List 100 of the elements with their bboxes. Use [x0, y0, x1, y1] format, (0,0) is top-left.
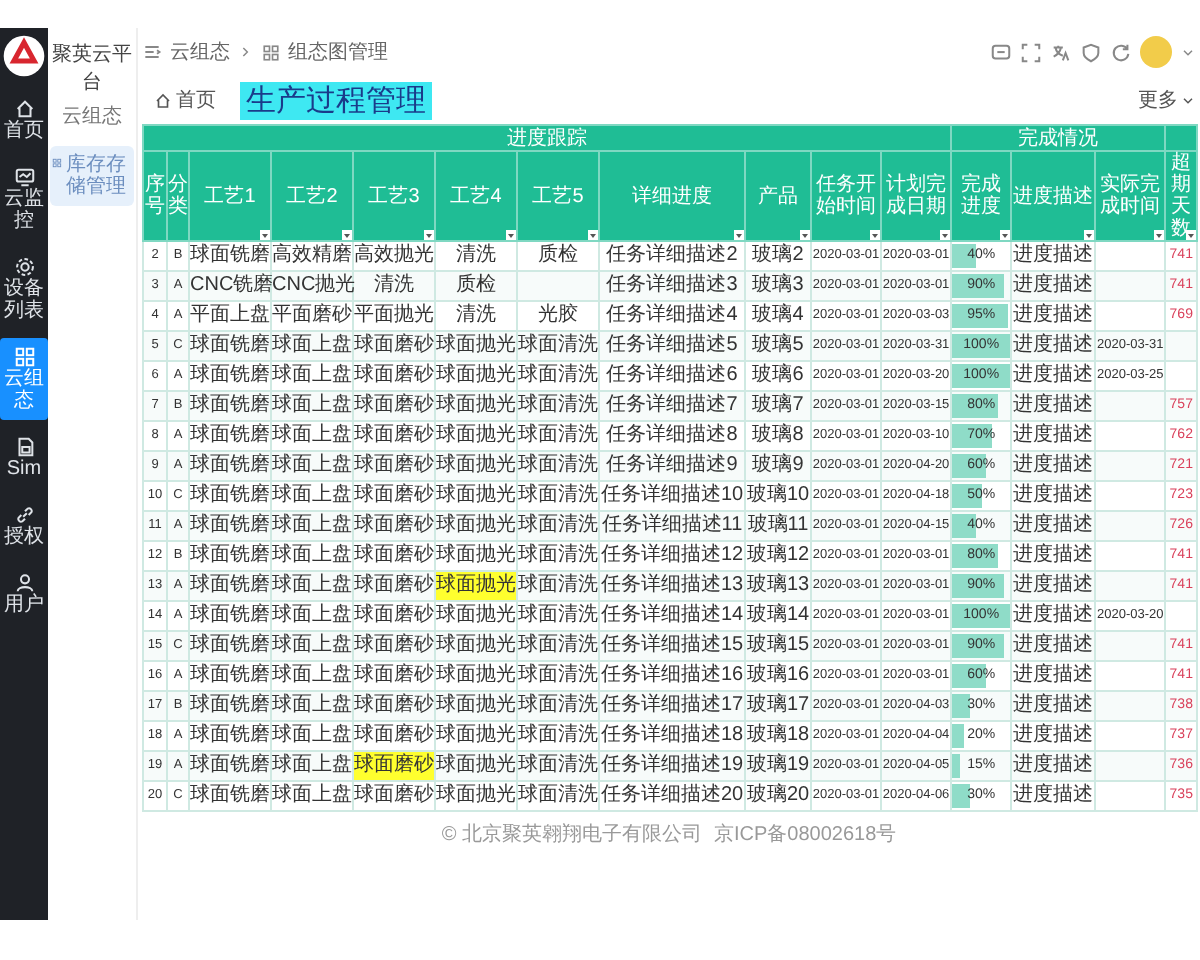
- table-cell: 球面清洗: [517, 691, 599, 721]
- table-cell: 球面抛光: [435, 631, 517, 661]
- table-cell: 球面铣磨: [189, 631, 271, 661]
- fullscreen-icon[interactable]: [1020, 41, 1042, 63]
- sidebar-item[interactable]: 云组态: [0, 338, 48, 420]
- filter-icon[interactable]: [1084, 230, 1095, 240]
- menu-item[interactable]: 库存存储管理: [50, 146, 134, 206]
- filter-icon[interactable]: [506, 230, 516, 240]
- sidebar-item[interactable]: 首页: [0, 90, 48, 150]
- table-cell: 球面清洗: [517, 451, 599, 481]
- table-cell: 进度描述: [1011, 781, 1096, 811]
- home-icon: [13, 98, 35, 120]
- column-header[interactable]: 详细进度: [599, 151, 745, 241]
- message-icon[interactable]: [990, 41, 1012, 63]
- table-cell: 球面上盘: [271, 751, 353, 781]
- refresh-icon[interactable]: [1110, 41, 1132, 63]
- monitor-icon: [13, 166, 35, 188]
- gear-icon: [13, 256, 35, 278]
- shield-icon[interactable]: [1080, 41, 1102, 63]
- grid-icon: [262, 43, 280, 61]
- group-header: 进度跟踪: [143, 125, 952, 151]
- table-cell: 玻璃7: [745, 391, 811, 421]
- table-cell: 球面铣磨: [189, 751, 271, 781]
- column-header[interactable]: 工艺5: [517, 151, 599, 241]
- table-cell: 玻璃17: [745, 691, 811, 721]
- filter-icon[interactable]: [734, 230, 744, 240]
- column-header[interactable]: 工艺2: [271, 151, 353, 241]
- table-cell: 任务详细描述20: [599, 781, 745, 811]
- column-header[interactable]: 计划完成日期: [881, 151, 952, 241]
- filter-icon[interactable]: [342, 230, 352, 240]
- grid-icon: [13, 346, 35, 368]
- sidebar-item[interactable]: Sim: [0, 428, 48, 488]
- sidebar-item[interactable]: 云监控: [0, 158, 48, 240]
- column-header[interactable]: 实际完成时间: [1095, 151, 1166, 241]
- icp-text[interactable]: 京ICP备08002618号: [713, 820, 897, 848]
- group-header: 完成情况: [951, 125, 1166, 151]
- table-cell: 球面抛光: [435, 511, 517, 541]
- filter-icon[interactable]: [588, 230, 598, 240]
- filter-icon[interactable]: [260, 230, 270, 240]
- table-cell: 球面磨砂: [353, 331, 435, 361]
- filter-icon[interactable]: [1000, 230, 1011, 240]
- more-menu[interactable]: 更多: [1138, 86, 1196, 114]
- table-cell: 玻璃5: [745, 331, 811, 361]
- column-header[interactable]: 产品: [745, 151, 811, 241]
- table-cell: 任务详细描述7: [599, 391, 745, 421]
- table-cell: 球面磨砂: [353, 781, 435, 811]
- table-cell: 球面上盘: [271, 571, 353, 601]
- column-header[interactable]: 进度描述: [1011, 151, 1096, 241]
- column-header[interactable]: 任务开始时间: [811, 151, 881, 241]
- platform-subtitle: 云组态: [62, 103, 122, 130]
- table-cell: 球面磨砂: [353, 691, 435, 721]
- translate-icon[interactable]: [1050, 41, 1072, 63]
- sim-card-icon: [13, 436, 35, 458]
- table-cell: 球面上盘: [271, 691, 353, 721]
- table-cell: 球面上盘: [271, 631, 353, 661]
- filter-icon[interactable]: [1154, 230, 1165, 240]
- table-cell: 进度描述: [1011, 571, 1096, 601]
- sidebar-item[interactable]: 用户: [0, 564, 48, 624]
- table-cell: 球面清洗: [517, 631, 599, 661]
- filter-icon[interactable]: [424, 230, 434, 240]
- column-header[interactable]: 工艺1: [189, 151, 271, 241]
- table-cell: 球面清洗: [517, 751, 599, 781]
- table-cell: CNC铣磨: [189, 271, 271, 301]
- column-header[interactable]: 完成进度: [951, 151, 1012, 241]
- column-header[interactable]: 工艺3: [353, 151, 435, 241]
- table-cell: 质检: [435, 271, 517, 301]
- table-cell: 玻璃19: [745, 751, 811, 781]
- table-cell: 任务详细描述17: [599, 691, 745, 721]
- filter-icon[interactable]: [940, 230, 951, 240]
- table-cell: 球面抛光: [435, 781, 517, 811]
- filter-icon[interactable]: [1186, 230, 1197, 240]
- table-cell: 球面磨砂: [353, 751, 435, 781]
- table-cell: 玻璃13: [745, 571, 811, 601]
- table-cell: 球面铣磨: [189, 451, 271, 481]
- page-title: 生产过程管理: [240, 81, 432, 119]
- table-cell: 球面抛光: [435, 751, 517, 781]
- sidebar-item[interactable]: 设备列表: [0, 248, 48, 330]
- column-header[interactable]: 工艺4: [435, 151, 517, 241]
- grid-icon: [52, 154, 62, 172]
- table-cell: 球面抛光: [435, 691, 517, 721]
- chevron-icon: [238, 44, 254, 60]
- table-cell: 进度描述: [1011, 631, 1096, 661]
- table-cell: 球面铣磨: [189, 511, 271, 541]
- breadcrumb-item[interactable]: 云组态: [170, 38, 230, 66]
- table-cell: 玻璃9: [745, 451, 811, 481]
- table-cell: 球面清洗: [517, 511, 599, 541]
- table-cell: 球面上盘: [271, 391, 353, 421]
- table-cell: 球面抛光: [435, 391, 517, 421]
- column-header[interactable]: 序号: [143, 151, 167, 241]
- table-cell: 球面上盘: [271, 511, 353, 541]
- table-cell: 进度描述: [1011, 331, 1096, 361]
- copyright-text: © 北京聚英翱翔电子有限公司: [441, 821, 702, 848]
- caret-icon: [1180, 92, 1196, 108]
- filter-icon[interactable]: [800, 230, 810, 240]
- sidebar-item[interactable]: 授权: [0, 496, 48, 556]
- breadcrumb-item[interactable]: 组态图管理: [288, 38, 388, 66]
- link-icon: [13, 504, 35, 526]
- table-cell: 球面清洗: [517, 571, 599, 601]
- table-cell: 进度描述: [1011, 751, 1096, 781]
- filter-icon[interactable]: [870, 230, 880, 240]
